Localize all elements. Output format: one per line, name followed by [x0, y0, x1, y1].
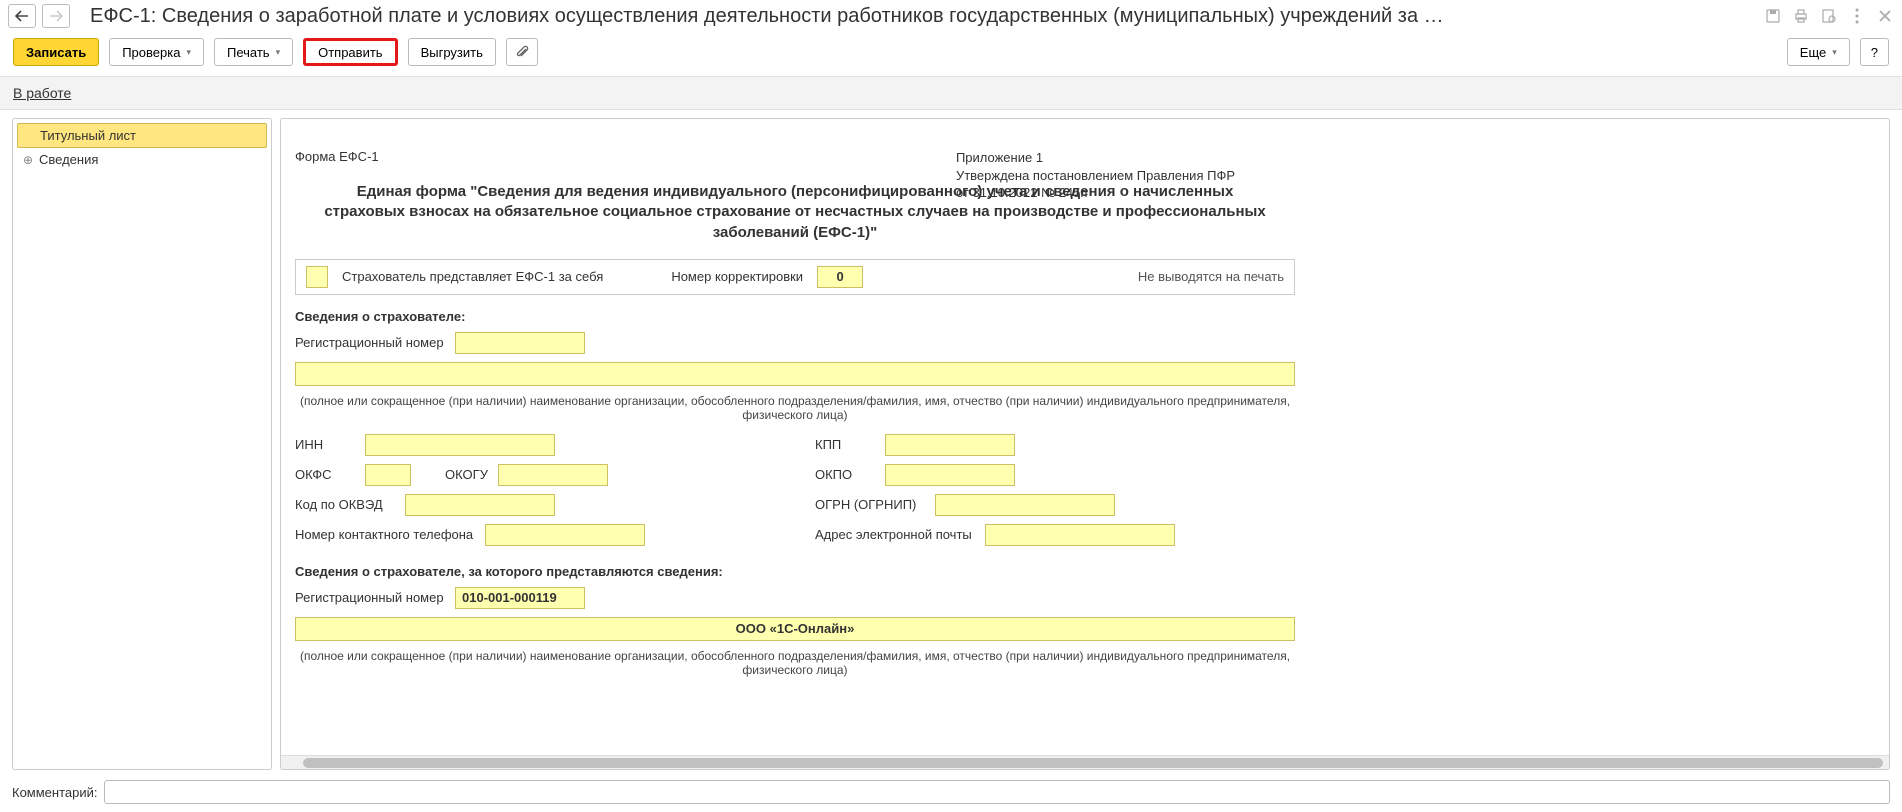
ogrn-label: ОГРН (ОГРНИП)	[815, 497, 925, 512]
toolbar: Записать Проверка▾ Печать▾ Отправить Выг…	[0, 34, 1902, 76]
appendix-block: Приложение 1 Утверждена постановлением П…	[956, 149, 1235, 202]
okfs-label: ОКФС	[295, 467, 355, 482]
titlebar-actions	[1764, 7, 1894, 25]
self-insurer-row: Страхователь представляет ЕФС-1 за себя …	[295, 259, 1295, 295]
inn-field[interactable]	[365, 434, 555, 456]
comment-bar: Комментарий:	[0, 774, 1902, 812]
save-icon[interactable]	[1764, 7, 1782, 25]
arrow-left-icon	[15, 10, 29, 22]
ogrn-field[interactable]	[935, 494, 1115, 516]
reg-num2-field[interactable]: 010-001-000119	[455, 587, 585, 609]
email-label: Адрес электронной почты	[815, 527, 975, 542]
export-button[interactable]: Выгрузить	[408, 38, 496, 66]
paperclip-icon	[515, 44, 529, 60]
okved-field[interactable]	[405, 494, 555, 516]
email-field[interactable]	[985, 524, 1175, 546]
kebab-menu-icon[interactable]	[1848, 7, 1866, 25]
corr-num-label: Номер корректировки	[671, 269, 803, 284]
reg-num-label: Регистрационный номер	[295, 335, 445, 350]
kpp-label: КПП	[815, 437, 875, 452]
comment-label: Комментарий:	[12, 785, 98, 800]
org-name-hint: (полное или сокращенное (при наличии) на…	[295, 394, 1295, 422]
section-insurer-title: Сведения о страхователе:	[295, 309, 1295, 324]
chevron-down-icon: ▾	[1832, 47, 1837, 58]
check-button[interactable]: Проверка▾	[109, 38, 204, 66]
nav-forward-button[interactable]	[42, 4, 70, 28]
tree-item-label: Сведения	[39, 152, 98, 167]
chevron-down-icon: ▾	[276, 47, 281, 58]
chevron-down-icon: ▾	[186, 47, 191, 58]
print-icon[interactable]	[1792, 7, 1810, 25]
tree-item-svedeniya[interactable]: ⊕ Сведения	[17, 148, 267, 171]
save-button[interactable]: Записать	[13, 38, 99, 66]
self-insurer-label: Страхователь представляет ЕФС-1 за себя	[342, 269, 603, 284]
preview-icon[interactable]	[1820, 7, 1838, 25]
arrow-right-icon	[49, 10, 63, 22]
okpo-label: ОКПО	[815, 467, 875, 482]
org-name-field[interactable]	[295, 362, 1295, 386]
sidebar-tree: Титульный лист ⊕ Сведения	[12, 118, 272, 770]
print-button[interactable]: Печать▾	[214, 38, 293, 66]
okpo-field[interactable]	[885, 464, 1015, 486]
content-panel: Приложение 1 Утверждена постановлением П…	[280, 118, 1890, 770]
okogu-label: ОКОГУ	[445, 467, 488, 482]
phone-field[interactable]	[485, 524, 645, 546]
more-button[interactable]: Еще▾	[1787, 38, 1850, 66]
self-insurer-checkbox[interactable]	[306, 266, 328, 288]
send-button[interactable]: Отправить	[303, 38, 397, 66]
main-area: Титульный лист ⊕ Сведения Приложение 1 У…	[0, 110, 1902, 774]
section-insurer2-title: Сведения о страхователе, за которого пре…	[295, 564, 1295, 579]
tree-item-label: Титульный лист	[40, 128, 136, 143]
kpp-field[interactable]	[885, 434, 1015, 456]
no-print-label: Не выводятся на печать	[1138, 269, 1284, 284]
inn-label: ИНН	[295, 437, 355, 452]
okfs-field[interactable]	[365, 464, 411, 486]
content-scroll[interactable]: Приложение 1 Утверждена постановлением П…	[281, 119, 1889, 755]
reg-num-field[interactable]	[455, 332, 585, 354]
okved-label: Код по ОКВЭД	[295, 497, 395, 512]
phone-label: Номер контактного телефона	[295, 527, 475, 542]
tree-item-title-page[interactable]: Титульный лист	[17, 123, 267, 148]
attachment-button[interactable]	[506, 38, 538, 66]
expand-icon: ⊕	[23, 153, 33, 167]
org2-name-field[interactable]: ООО «1С-Онлайн»	[295, 617, 1295, 641]
org2-name-hint: (полное или сокращенное (при наличии) на…	[295, 649, 1295, 677]
corr-num-field[interactable]: 0	[817, 266, 863, 288]
reg-num2-label: Регистрационный номер	[295, 590, 445, 605]
close-icon[interactable]	[1876, 7, 1894, 25]
horizontal-scrollbar[interactable]	[281, 755, 1889, 769]
status-link-in-work[interactable]: В работе	[13, 85, 71, 101]
comment-input[interactable]	[104, 780, 1891, 804]
okogu-field[interactable]	[498, 464, 608, 486]
status-band: В работе	[0, 76, 1902, 110]
help-button[interactable]: ?	[1860, 38, 1889, 66]
nav-back-button[interactable]	[8, 4, 36, 28]
titlebar: ЕФС-1: Сведения о заработной плате и усл…	[0, 0, 1902, 34]
page-title: ЕФС-1: Сведения о заработной плате и усл…	[90, 5, 1758, 28]
